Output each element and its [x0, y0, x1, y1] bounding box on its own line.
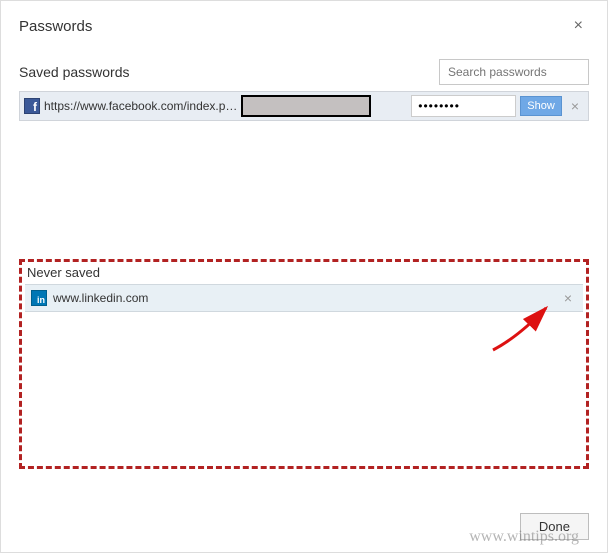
close-icon[interactable]: ×: [568, 13, 589, 39]
remove-never-icon[interactable]: ×: [559, 290, 577, 306]
done-button[interactable]: Done: [520, 513, 589, 540]
facebook-icon: [24, 98, 40, 114]
dialog-title: Passwords: [19, 18, 92, 35]
saved-row-url: https://www.facebook.com/index.p…: [44, 99, 237, 113]
never-row-url: www.linkedin.com: [53, 291, 553, 305]
show-button[interactable]: Show: [520, 96, 562, 116]
redacted-username: [241, 95, 371, 117]
remove-saved-icon[interactable]: ×: [566, 98, 584, 114]
password-field: ••••••••: [411, 95, 516, 117]
never-saved-row[interactable]: www.linkedin.com ×: [25, 284, 583, 312]
never-saved-label: Never saved: [25, 265, 583, 280]
never-saved-section: Never saved www.linkedin.com ×: [19, 259, 589, 469]
search-input[interactable]: [439, 59, 589, 85]
saved-passwords-list: https://www.facebook.com/index.p… ••••••…: [19, 91, 589, 251]
linkedin-icon: [31, 290, 47, 306]
saved-password-row[interactable]: https://www.facebook.com/index.p… ••••••…: [19, 91, 589, 121]
saved-passwords-label: Saved passwords: [19, 64, 130, 80]
